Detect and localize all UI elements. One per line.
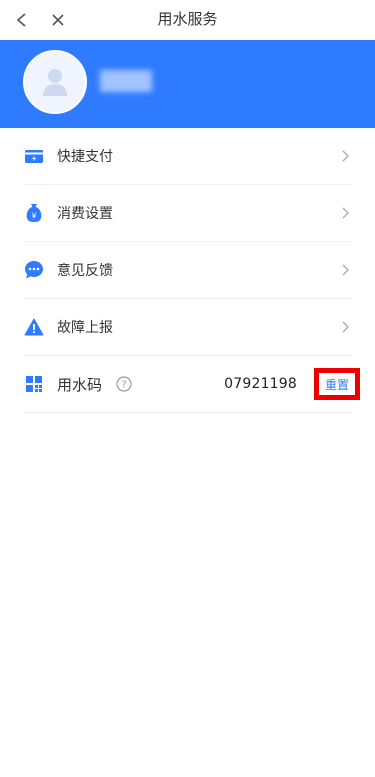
- profile-banner: [0, 40, 375, 128]
- chevron-right-icon: [339, 150, 351, 162]
- payment-card-icon: [24, 146, 44, 166]
- menu-item-label: 消费设置: [57, 206, 113, 222]
- username-blurred: [100, 70, 152, 92]
- user-avatar-icon: [43, 69, 67, 96]
- menu-item-feedback[interactable]: 意见反馈: [24, 242, 351, 299]
- menu-item-quick-pay[interactable]: 快捷支付: [24, 128, 351, 185]
- menu-item-fault-report[interactable]: 故障上报: [24, 299, 351, 356]
- back-arrow-icon[interactable]: [10, 8, 34, 32]
- grid-code-icon: [24, 374, 44, 394]
- service-menu: 快捷支付 ¥ 消费设置 意见反馈 故障上报 用水码 ? 07921198 重置: [0, 128, 375, 413]
- chevron-right-icon: [339, 321, 351, 333]
- water-code-label: 用水码: [57, 375, 103, 394]
- menu-item-label: 意见反馈: [57, 263, 113, 279]
- money-bag-icon: ¥: [24, 203, 44, 223]
- water-code-value: 07921198: [224, 376, 297, 392]
- avatar[interactable]: [23, 50, 87, 114]
- reset-button[interactable]: 重置: [314, 368, 360, 400]
- warning-triangle-icon: [24, 317, 44, 337]
- water-code-row: 用水码 ? 07921198 重置: [24, 356, 360, 413]
- chevron-right-icon: [339, 264, 351, 276]
- menu-item-label: 快捷支付: [57, 149, 113, 165]
- menu-item-label: 故障上报: [57, 320, 113, 336]
- top-bar: 用水服务: [0, 0, 375, 40]
- chat-bubble-icon: [24, 260, 44, 280]
- menu-item-spending-settings[interactable]: ¥ 消费设置: [24, 185, 351, 242]
- question-circle-icon[interactable]: ?: [116, 376, 132, 392]
- svg-text:¥: ¥: [31, 212, 36, 221]
- close-icon[interactable]: [46, 8, 70, 32]
- svg-text:?: ?: [121, 380, 126, 391]
- chevron-right-icon: [339, 207, 351, 219]
